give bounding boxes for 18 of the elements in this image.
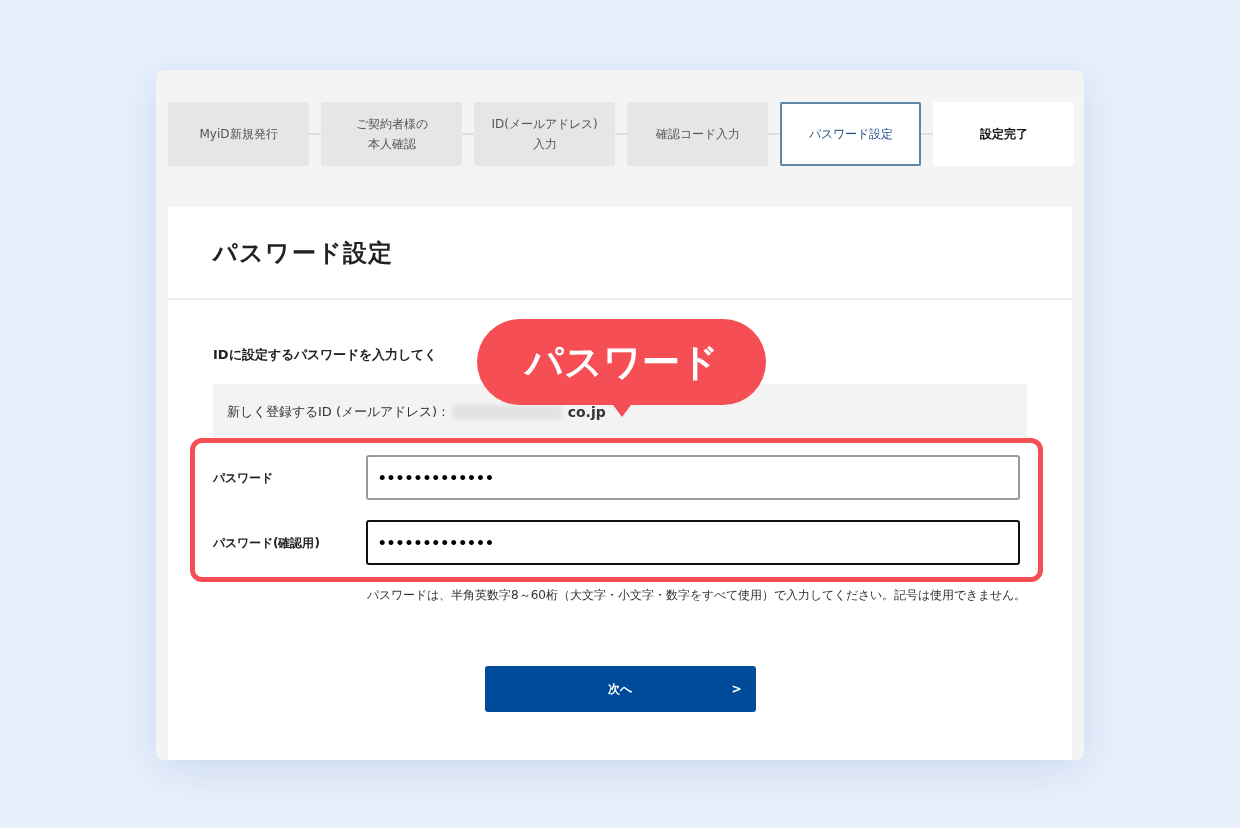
password-field[interactable]: ••••••••••••• bbox=[365, 520, 1020, 565]
step-label: パスワード設定 bbox=[808, 126, 893, 143]
field-label: パスワード(確認用) bbox=[213, 534, 321, 552]
field-label: パスワード bbox=[213, 469, 274, 487]
step-label: 本人確認 bbox=[367, 136, 416, 153]
id-value: co.jp bbox=[567, 402, 606, 422]
id-label: 新しく登録するID (メールアドレス) : bbox=[227, 403, 446, 422]
step-label: 確認コード入力 bbox=[655, 126, 740, 143]
next-button[interactable]: 次へ > bbox=[484, 666, 756, 712]
step-label: 入力 bbox=[532, 136, 557, 153]
password-field[interactable]: ••••••••••••• bbox=[365, 455, 1020, 500]
password-hint: パスワードは、半角英数字8～60桁（大文字・小文字・数字をすべて使用）で入力してください。記号は使用できません。 bbox=[367, 587, 1027, 604]
step-label: 設定完了 bbox=[979, 126, 1028, 143]
step-label: ID(メールアドレス) bbox=[491, 116, 598, 133]
step-label: ご契約者様の bbox=[355, 116, 428, 133]
step-label: MyiD新規発行 bbox=[199, 126, 278, 143]
instruction-text: IDに設定するパスワードを入力してく bbox=[213, 346, 437, 365]
page-title: パスワード設定 bbox=[213, 237, 394, 269]
